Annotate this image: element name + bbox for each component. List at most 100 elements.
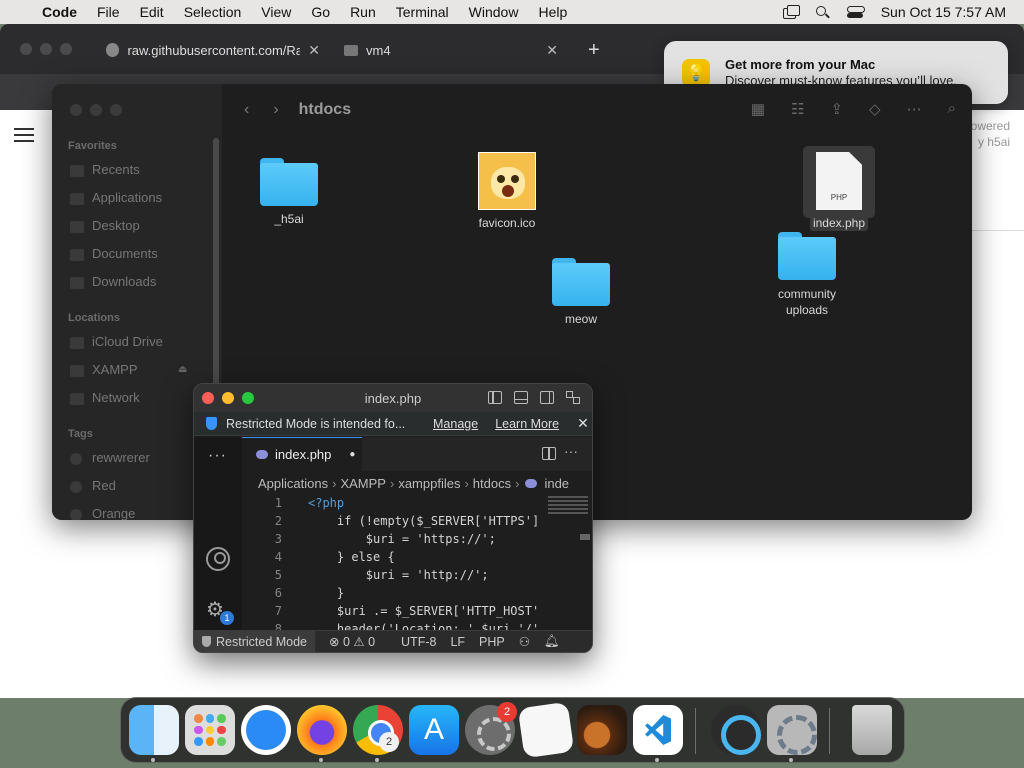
problems-status[interactable]: ⊗ 0 ⚠ 0	[329, 634, 375, 649]
menu-go[interactable]: Go	[301, 4, 340, 20]
share-icon[interactable]: ⇪	[830, 100, 843, 118]
menu-terminal[interactable]: Terminal	[386, 4, 459, 20]
forward-chevron-icon[interactable]: ›	[273, 101, 278, 119]
learn-more-link[interactable]: Learn More	[495, 417, 559, 431]
dock-system-preferences-icon[interactable]	[767, 705, 817, 755]
sidebar-item-recents[interactable]: Recents	[92, 162, 140, 177]
sidebar-item-downloads[interactable]: Downloads	[92, 274, 156, 289]
unsaved-dot[interactable]: ●	[349, 449, 355, 460]
finder-item-favicon[interactable]: favicon.ico	[462, 152, 552, 230]
minimap[interactable]	[544, 494, 592, 524]
minimize-window-button[interactable]	[90, 104, 102, 116]
dock-vscode-icon[interactable]	[633, 705, 683, 755]
dock-finder-icon[interactable]	[129, 705, 179, 755]
dock-garageband-icon[interactable]	[577, 705, 627, 755]
restricted-mode-status[interactable]: Restricted Mode	[194, 630, 316, 652]
browser-tab-vm4[interactable]: vm4 ✕	[334, 34, 568, 66]
tag-icon[interactable]: ◇	[869, 100, 881, 118]
close-window-button[interactable]	[20, 43, 32, 55]
app-menu[interactable]: Code	[36, 4, 87, 20]
spotlight-search-icon[interactable]	[815, 5, 831, 19]
customize-layout-icon[interactable]	[566, 391, 580, 404]
split-editor-icon[interactable]	[542, 447, 556, 460]
group-icon[interactable]: ☷	[791, 100, 804, 118]
back-chevron-icon[interactable]: ‹	[244, 101, 249, 119]
dock-safari-icon[interactable]	[241, 705, 291, 755]
breadcrumb-item[interactable]: xamppfiles	[398, 476, 460, 491]
dock-launchpad-icon[interactable]	[185, 705, 235, 755]
zoom-window-button[interactable]	[110, 104, 122, 116]
sidebar-item-applications[interactable]: Applications	[92, 190, 162, 205]
minimize-window-button[interactable]	[40, 43, 52, 55]
menu-run[interactable]: Run	[340, 4, 386, 20]
browser-tab-github[interactable]: raw.githubusercontent.com/Ra ✕	[96, 34, 330, 66]
file-name: community uploads	[777, 287, 836, 317]
menu-selection[interactable]: Selection	[174, 4, 252, 20]
file-name: _h5ai	[274, 212, 304, 226]
drive-icon	[70, 365, 84, 377]
screen-mirroring-icon[interactable]	[782, 5, 800, 19]
tab-index-php[interactable]: index.php ●	[242, 437, 362, 471]
notifications-bell-icon[interactable]: 🔔︎	[544, 634, 560, 649]
finder-item-community-uploads[interactable]: community uploads	[762, 232, 852, 318]
sidebar-item-tag-red[interactable]: Red	[92, 478, 116, 493]
more-views-icon[interactable]: ···	[208, 447, 227, 465]
breadcrumb-item[interactable]: inde	[544, 476, 569, 491]
view-mode-icon[interactable]: ▦	[751, 100, 765, 118]
dock-textedit-icon[interactable]	[517, 701, 575, 759]
sidebar-item-tag[interactable]: rewwrerer	[92, 450, 150, 465]
menu-window[interactable]: Window	[459, 4, 529, 20]
close-banner-button[interactable]: ✕	[577, 415, 589, 432]
sidebar-item-network[interactable]: Network	[92, 390, 140, 405]
toggle-sidebar-icon[interactable]	[488, 391, 502, 404]
running-indicator	[319, 758, 323, 762]
encoding-status[interactable]: UTF-8	[401, 635, 436, 649]
search-icon[interactable]: ⌕	[948, 100, 956, 118]
dock-app-store-icon[interactable]: A	[409, 705, 459, 755]
sidebar-item-documents[interactable]: Documents	[92, 246, 158, 261]
sidebar-item-desktop[interactable]: Desktop	[92, 218, 140, 233]
action-menu-icon[interactable]: ⋯	[907, 100, 922, 118]
sidebar-item-tag-orange[interactable]: Orange	[92, 506, 135, 520]
close-window-button[interactable]	[70, 104, 82, 116]
close-tab-button[interactable]: ✕	[308, 42, 320, 59]
code-editor[interactable]: 1 <?php 2 if (!empty($_SERVER['HTTPS'] 3 …	[242, 494, 578, 630]
eject-icon[interactable]: ⏏	[178, 364, 187, 375]
finder-item-index-php[interactable]: PHP index.php	[794, 152, 884, 231]
line-number: 6	[274, 586, 282, 600]
menu-view[interactable]: View	[251, 4, 301, 20]
clock[interactable]: Sun Oct 15 7:57 AM	[881, 4, 1006, 20]
finder-item-h5ai[interactable]: _h5ai	[244, 158, 334, 226]
menu-help[interactable]: Help	[528, 4, 577, 20]
manage-link[interactable]: Manage	[433, 417, 478, 431]
account-icon[interactable]	[206, 547, 230, 571]
zoom-window-button[interactable]	[60, 43, 72, 55]
dock-quicktime-icon[interactable]	[711, 705, 761, 755]
breadcrumb-item[interactable]: XAMPP	[340, 476, 386, 491]
dock-firefox-icon[interactable]	[297, 705, 347, 755]
editor-scrollbar[interactable]	[580, 534, 590, 540]
breadcrumb-item[interactable]: htdocs	[473, 476, 511, 491]
eol-status[interactable]: LF	[450, 635, 465, 649]
new-tab-button[interactable]: +	[578, 34, 610, 66]
breadcrumb-item[interactable]: Applications	[258, 476, 328, 491]
close-tab-button[interactable]: ✕	[546, 42, 558, 59]
finder-item-meow[interactable]: meow	[536, 258, 626, 326]
dock-trash-icon[interactable]	[852, 705, 892, 755]
tag-dot-icon	[70, 453, 82, 465]
menu-bar: Code File Edit Selection View Go Run Ter…	[0, 0, 1024, 24]
line-text: header('Location: '.$uri.'/'	[308, 622, 540, 630]
toggle-secondary-sidebar-icon[interactable]	[540, 391, 554, 404]
more-actions-icon[interactable]: ···	[564, 443, 578, 459]
menu-file[interactable]: File	[87, 4, 130, 20]
settings-badge: 1	[220, 611, 234, 625]
sidebar-item-xampp[interactable]: XAMPP	[92, 362, 138, 377]
menu-edit[interactable]: Edit	[130, 4, 174, 20]
language-status[interactable]: PHP	[479, 635, 505, 649]
vscode-titlebar: index.php	[194, 384, 592, 412]
toggle-panel-icon[interactable]	[514, 391, 528, 404]
sidebar-item-icloud[interactable]: iCloud Drive	[92, 334, 163, 349]
hamburger-menu-icon[interactable]	[14, 128, 34, 146]
control-center-icon[interactable]	[846, 5, 865, 19]
feedback-icon[interactable]: ⚇	[519, 634, 530, 649]
